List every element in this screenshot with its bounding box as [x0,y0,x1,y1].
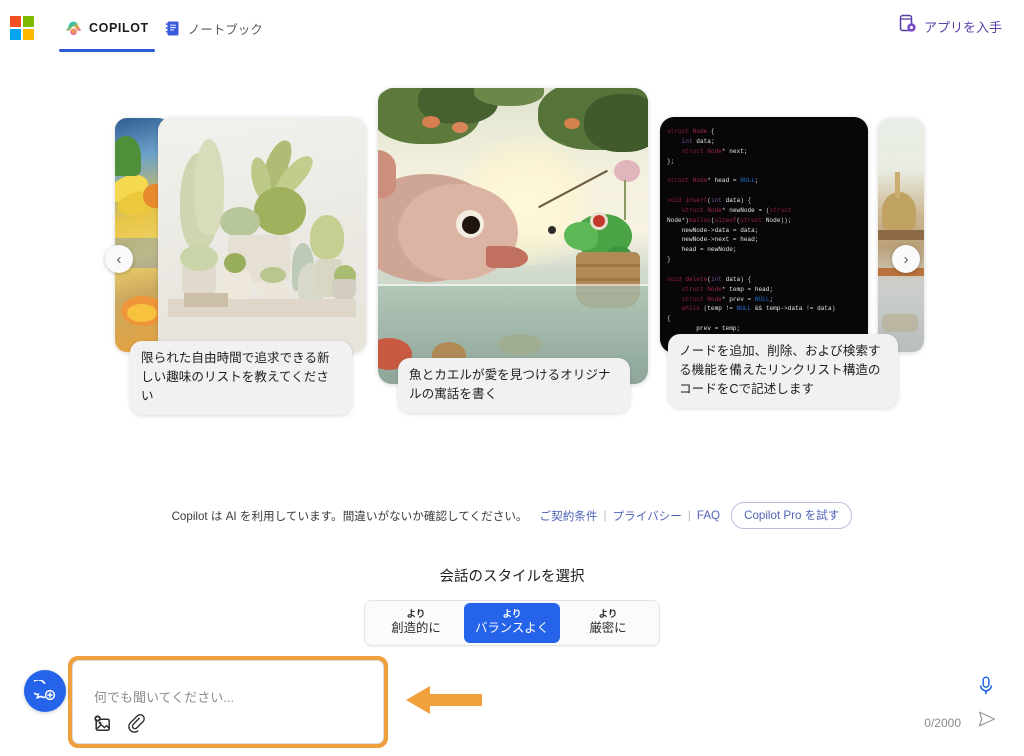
main-tabs: COPILOT ノートブック [57,8,271,52]
microsoft-logo [10,16,34,40]
tab-copilot[interactable]: COPILOT [57,8,157,52]
microphone-icon [979,676,993,695]
copilot-icon [65,20,82,37]
chat-input-box[interactable]: 何でも聞いてください... [72,660,384,744]
attachment-icon[interactable] [127,714,147,734]
composer-tools [93,714,147,734]
temple-scene-image [878,118,924,352]
mobile-app-icon [899,14,917,38]
carousel-card-fable[interactable] [378,88,648,384]
microphone-button[interactable] [978,676,994,701]
carousel-next-button[interactable]: › [892,245,920,273]
separator-1: | [603,509,607,522]
send-icon [978,711,996,727]
get-app-label: アプリを入手 [923,19,1002,35]
c-code-dark-image: struct Node { int data; struct Node* nex… [660,117,868,353]
style-option-precise-top: より [598,608,618,620]
suggestion-carousel: ‹ › struct Node {int data; struct Node*… [0,86,1024,416]
disclaimer-text: Copilot は AI を利用しています。間違いがないか確認してください。 [171,509,528,523]
separator-2: | [687,509,691,522]
send-button[interactable] [977,709,997,734]
style-option-creative-top: より [406,608,426,620]
faq-link[interactable]: FAQ [697,509,720,522]
carousel-card-code[interactable]: struct Node { int data; struct Node* nex… [660,117,868,353]
add-image-icon[interactable] [93,714,113,734]
chevron-left-icon: ‹ [116,250,122,268]
card-caption-plants[interactable]: 限られた自由時間で追求できる新しい趣味のリストを教えてください [130,341,352,416]
new-chat-button[interactable] [24,670,66,712]
code-snippet: struct Node { int data; struct Node* nex… [667,128,836,333]
tab-notebook[interactable]: ノートブック [157,8,271,48]
potted-plants-image [158,117,366,353]
new-chat-icon [34,680,56,701]
orange-pointer-arrow [404,682,484,723]
top-header: COPILOT ノートブック アプリを入手 [0,0,1024,56]
terms-link[interactable]: ご契約条件 [540,508,598,524]
style-option-creative-bottom: 創造的に [391,621,441,636]
try-copilot-pro-button[interactable]: Copilot Pro を試す [731,502,853,529]
notebook-icon [165,20,181,37]
card-caption-fable[interactable]: 魚とカエルが愛を見つけるオリジナルの寓話を書く [398,358,630,414]
carousel-card-partial-right[interactable] [878,118,924,352]
style-picker-title: 会話のスタイルを選択 [439,569,585,585]
conversation-style-picker: より 創造的に より バランスよく より 厳密に [364,600,660,646]
get-app-link[interactable]: アプリを入手 [899,14,1002,38]
style-option-precise-bottom: 厳密に [589,621,627,636]
carousel-card-plants[interactable] [158,117,366,353]
style-option-balanced-top: より [502,608,522,620]
character-counter: 0/2000 [924,716,961,730]
chevron-right-icon: › [903,250,909,268]
disclaimer-bar: Copilot は AI を利用しています。間違いがないか確認してください。 ご… [0,502,1024,529]
privacy-link[interactable]: プライバシー [613,508,682,524]
tab-copilot-label: COPILOT [89,21,149,35]
chat-input-placeholder: 何でも聞いてください... [94,690,235,705]
card-caption-code[interactable]: ノードを追加、削除、および検索する機能を備えたリンクリスト構造のコードをCで記述… [668,334,898,409]
copilot-page: COPILOT ノートブック アプリを入手 ‹ › struct Node {… [0,0,1024,756]
style-option-balanced-bottom: バランスよく [474,621,550,636]
style-option-balanced[interactable]: より バランスよく [464,603,560,643]
fish-and-frog-image [378,88,648,384]
carousel-prev-button[interactable]: ‹ [105,245,133,273]
tab-notebook-label: ノートブック [187,22,263,37]
style-option-creative[interactable]: より 創造的に [368,603,464,643]
style-option-precise[interactable]: より 厳密に [560,603,656,643]
